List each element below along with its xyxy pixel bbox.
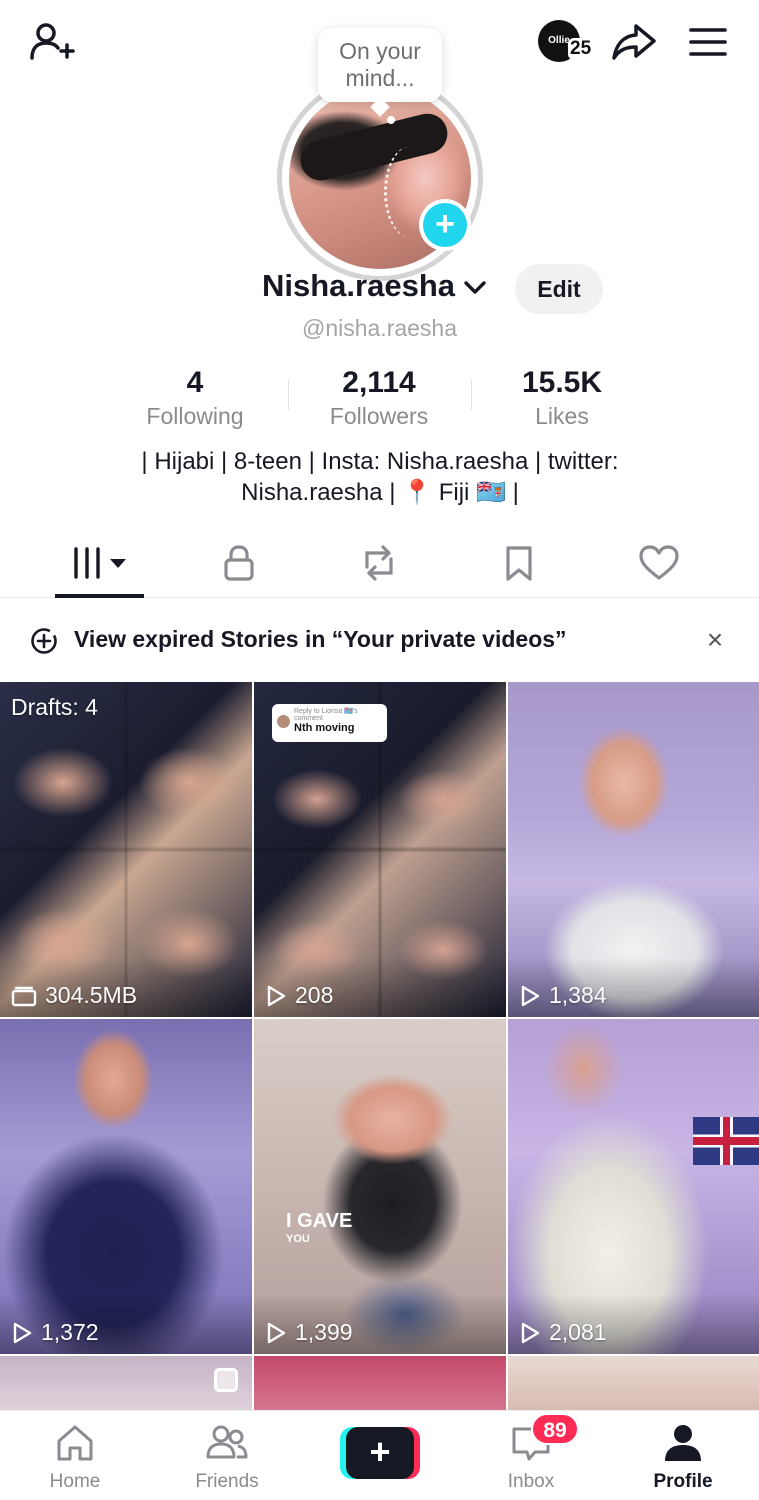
note-bubble[interactable]: On your mind... [318, 28, 442, 102]
profile-views-button[interactable]: Ollie 25 [538, 18, 600, 66]
nav-inbox-label: Inbox [507, 1471, 555, 1492]
videos-grid-icon [74, 547, 126, 579]
reply-sticker-context: Reply to Lionsa 🇫🇯's comment [294, 708, 358, 722]
username-handle: @nisha.raesha [301, 315, 458, 341]
note-line-1: On your [339, 38, 421, 64]
stat-likes[interactable]: 15.5K Likes [482, 365, 642, 431]
video-tile[interactable] [254, 1356, 506, 1416]
video-tile[interactable] [508, 1356, 759, 1416]
nav-profile-label: Profile [653, 1471, 713, 1492]
stat-following-label: Following [146, 403, 244, 429]
view-count-value: 1,384 [549, 982, 607, 1008]
view-count-value: 1,372 [41, 1319, 99, 1345]
play-icon [267, 985, 286, 1006]
stat-followers[interactable]: 2,114 Followers [299, 365, 459, 431]
video-tile[interactable]: Reply to Lionsa 🇫🇯's comment Nth moving … [254, 682, 506, 1017]
video-caption: I GAVE [286, 1210, 353, 1232]
bookmark-icon [506, 546, 532, 581]
bio-line-1: | Hijabi | 8-teen | Insta: Nisha.raesha … [141, 448, 619, 475]
tab-private[interactable] [209, 538, 269, 588]
home-icon [57, 1425, 93, 1461]
stat-following-value: 4 [186, 366, 204, 399]
account-switcher-button[interactable] [462, 278, 488, 298]
video-tile[interactable]: 2,081 [508, 1019, 759, 1354]
drafts-size: 304.5MB [11, 982, 137, 1009]
edit-profile-button[interactable]: Edit [515, 264, 603, 314]
video-tile[interactable]: 1,372 [0, 1019, 252, 1354]
stat-following[interactable]: 4 Following [115, 365, 275, 431]
add-story-button[interactable]: + [419, 199, 471, 251]
play-icon [521, 985, 540, 1006]
view-count-value: 2,081 [549, 1319, 607, 1345]
drafts-tile[interactable]: Drafts: 4 304.5MB [0, 682, 252, 1017]
inbox-notification-badge: 89 [531, 1413, 579, 1445]
tab-videos[interactable] [70, 538, 130, 588]
nav-profile[interactable]: Profile [623, 1411, 743, 1500]
add-friend-button[interactable] [28, 18, 76, 66]
stat-divider [288, 380, 289, 410]
reply-avatar [277, 715, 290, 728]
note-line-2: mind... [345, 65, 415, 91]
view-count: 2,081 [519, 1319, 607, 1346]
play-icon [13, 1322, 32, 1343]
close-icon[interactable]: × [702, 626, 728, 654]
profile-icon [665, 1425, 701, 1461]
stat-followers-value: 2,114 [342, 366, 416, 399]
view-count: 1,384 [519, 982, 607, 1009]
lock-icon [224, 545, 254, 581]
view-count: 1,399 [265, 1319, 353, 1346]
story-add-icon [31, 628, 57, 654]
chevron-down-icon [464, 281, 486, 294]
display-name[interactable]: Nisha.raesha [262, 268, 455, 304]
video-tile[interactable] [0, 1356, 252, 1416]
bio-line-2: Nisha.raesha | 📍 Fiji 🇫🇯 | [241, 479, 519, 506]
drafts-label: Drafts: 4 [11, 694, 98, 720]
share-arrow-icon [612, 24, 656, 60]
nav-friends-label: Friends [195, 1471, 259, 1492]
friends-icon [206, 1425, 248, 1459]
plus-icon: + [346, 1427, 414, 1479]
drafts-icon [11, 986, 37, 1006]
active-tab-indicator [55, 594, 144, 598]
view-count: 1,372 [11, 1319, 99, 1346]
share-profile-button[interactable] [610, 20, 658, 64]
plus-icon: + [423, 203, 467, 247]
heart-icon [639, 545, 679, 580]
tab-reposts[interactable] [349, 538, 409, 588]
nav-friends[interactable]: Friends [167, 1411, 287, 1500]
reply-sticker-comment: Nth moving [294, 722, 355, 734]
stat-likes-value: 15.5K [521, 366, 603, 399]
bottom-navigation: Home Friends + Inbox Profile [0, 1410, 759, 1500]
note-pointer-dot [387, 116, 395, 124]
play-icon [267, 1322, 286, 1343]
menu-button[interactable] [686, 20, 730, 64]
stat-followers-label: Followers [329, 403, 429, 429]
nav-home[interactable]: Home [15, 1411, 135, 1500]
create-button[interactable]: + [340, 1427, 420, 1479]
nav-home-label: Home [49, 1471, 101, 1492]
expired-stories-text: View expired Stories in “Your private vi… [74, 626, 567, 652]
video-tile[interactable]: I GAVE YOU 1,399 [254, 1019, 506, 1354]
expired-stories-banner[interactable]: View expired Stories in “Your private vi… [0, 600, 759, 682]
photo-carousel-icon [214, 1368, 238, 1392]
stat-divider [471, 380, 472, 410]
person-plus-icon [30, 23, 75, 60]
reply-sticker: Reply to Lionsa 🇫🇯's comment Nth moving [272, 704, 387, 742]
stat-likes-label: Likes [535, 403, 589, 429]
profile-views-count: 25 [568, 38, 594, 60]
repost-icon [365, 545, 393, 581]
video-caption-small: YOU [286, 1233, 310, 1245]
tab-liked[interactable] [629, 538, 689, 588]
view-count-value: 1,399 [295, 1319, 353, 1345]
content-tabs [0, 530, 759, 598]
hamburger-menu-icon [689, 28, 727, 56]
flag-backdrop [693, 1117, 759, 1165]
video-tile[interactable]: 1,384 [508, 682, 759, 1017]
play-icon [521, 1322, 540, 1343]
profile-bio: | Hijabi | 8-teen | Insta: Nisha.raesha … [60, 446, 700, 508]
view-count-value: 208 [295, 982, 334, 1008]
view-count: 208 [265, 982, 333, 1009]
tab-favorites[interactable] [489, 538, 549, 588]
drafts-size-value: 304.5MB [45, 982, 138, 1008]
